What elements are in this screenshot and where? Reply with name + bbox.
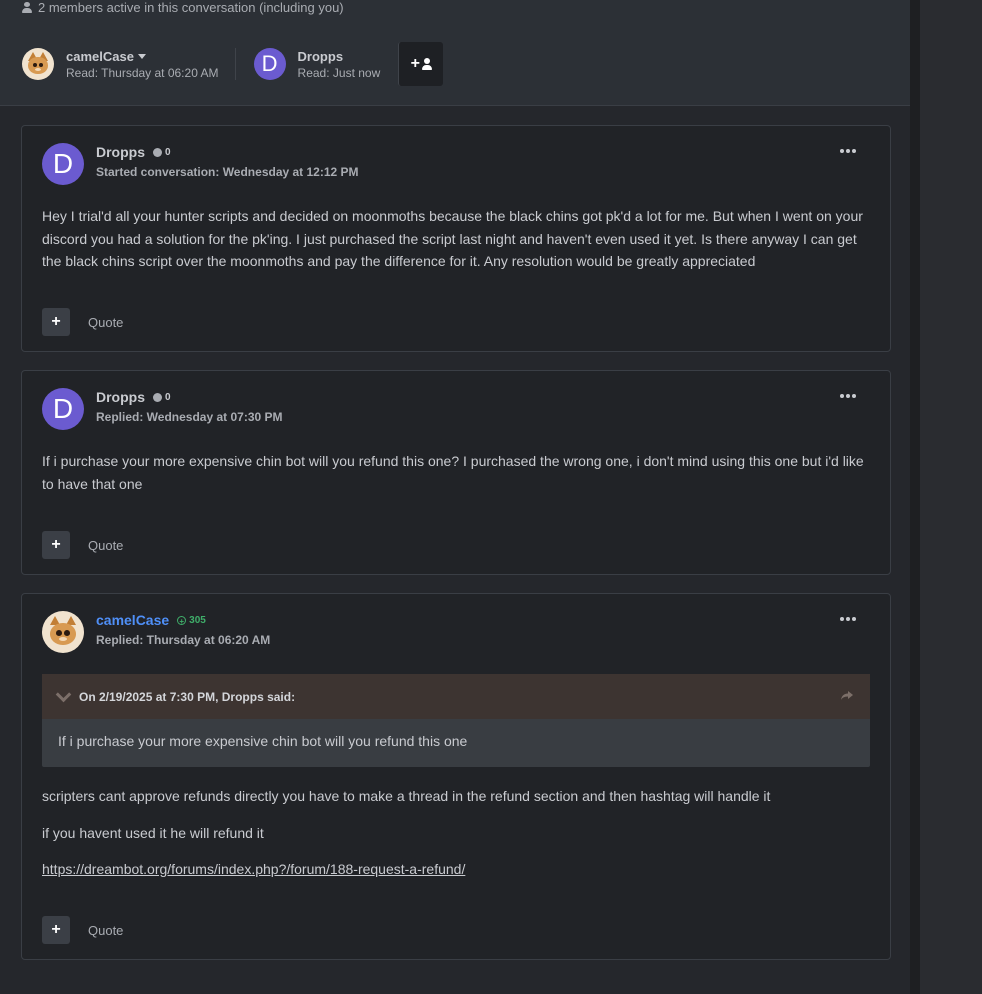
message-post: D Dropps 0 Replied: Wednesday at 07:30 P… bbox=[21, 370, 891, 575]
multiquote-button[interactable]: + bbox=[42, 308, 70, 336]
author-name[interactable]: Dropps bbox=[96, 389, 145, 405]
multiquote-button[interactable]: + bbox=[42, 916, 70, 944]
quote-button[interactable]: Quote bbox=[88, 923, 123, 938]
reputation-value: 305 bbox=[189, 614, 206, 626]
quote-citation: On 2/19/2025 at 7:30 PM, Dropps said: bbox=[79, 689, 296, 704]
post-text: if you havent used it he will refund it bbox=[42, 824, 264, 841]
reputation-badge: 0 bbox=[153, 147, 171, 158]
avatar[interactable]: D bbox=[253, 48, 286, 80]
participant-name-text[interactable]: camelCase bbox=[66, 49, 134, 64]
reputation-plus-icon: + bbox=[177, 615, 187, 626]
post-text: Hey I trial'd all your hunter scripts an… bbox=[42, 208, 863, 269]
more-options-icon[interactable] bbox=[840, 146, 860, 156]
reputation-value: 0 bbox=[165, 391, 171, 403]
message-post: D Dropps 0 Started conversation: Wednesd… bbox=[21, 125, 891, 352]
members-active-line: 2 members active in this conversation (i… bbox=[22, 0, 344, 15]
author-name[interactable]: camelCase bbox=[96, 612, 169, 628]
reputation-badge: 0 bbox=[153, 392, 171, 403]
reputation-dot-icon bbox=[153, 147, 162, 157]
quote-button[interactable]: Quote bbox=[88, 315, 123, 330]
camel-avatar[interactable] bbox=[42, 611, 84, 653]
plus-icon: + bbox=[410, 55, 420, 72]
chevron-down-icon[interactable] bbox=[137, 53, 146, 59]
chevron-down-icon[interactable] bbox=[55, 686, 72, 702]
post-text: scripters cant approve refunds directly … bbox=[42, 788, 771, 804]
conversation-header: 2 members active in this conversation (i… bbox=[0, 0, 910, 106]
post-text: If i purchase your more expensive chin b… bbox=[42, 453, 864, 492]
author-name[interactable]: Dropps bbox=[96, 144, 145, 160]
post-body: Hey I trial'd all your hunter scripts an… bbox=[42, 205, 870, 273]
participant-read-status: Read: Just now bbox=[297, 65, 381, 80]
post-actions: + Quote bbox=[42, 308, 123, 336]
quote-text: If i purchase your more expensive chin b… bbox=[58, 733, 468, 749]
more-options-icon[interactable] bbox=[840, 614, 860, 624]
quote-button[interactable]: Quote bbox=[88, 538, 123, 553]
post-body: scripters cant approve refunds directly … bbox=[42, 785, 870, 881]
quoted-message: On 2/19/2025 at 7:30 PM, Dropps said: If… bbox=[42, 674, 870, 767]
refund-forum-link[interactable]: https://dreambot.org/forums/index.php?/f… bbox=[42, 861, 465, 877]
reputation-value: 0 bbox=[165, 146, 171, 158]
scrollbar-track[interactable] bbox=[910, 0, 920, 994]
avatar[interactable]: D bbox=[42, 143, 84, 185]
post-timestamp: Started conversation: Wednesday at 12:12… bbox=[96, 165, 359, 179]
participant-dropps[interactable]: D Dropps Read: Just now bbox=[234, 48, 397, 80]
add-user-icon bbox=[421, 58, 432, 70]
add-participant-button[interactable]: + bbox=[398, 42, 444, 86]
participant-name[interactable]: Dropps bbox=[298, 49, 381, 64]
share-arrow-icon[interactable] bbox=[840, 688, 854, 702]
participant-read-status: Read: Thursday at 06:20 AM bbox=[66, 65, 219, 80]
post-body: If i purchase your more expensive chin b… bbox=[42, 450, 870, 495]
members-active-text: 2 members active in this conversation (i… bbox=[38, 0, 344, 15]
post-actions: + Quote bbox=[42, 916, 123, 944]
right-gutter bbox=[920, 0, 982, 994]
post-timestamp: Replied: Wednesday at 07:30 PM bbox=[96, 410, 283, 424]
more-options-icon[interactable] bbox=[840, 391, 860, 401]
participants-bar: camelCase Read: Thursday at 06:20 AM D D… bbox=[22, 42, 444, 86]
participant-name[interactable]: camelCase bbox=[66, 49, 219, 64]
reputation-dot-icon bbox=[153, 392, 162, 402]
post-actions: + Quote bbox=[42, 531, 123, 559]
post-timestamp: Replied: Thursday at 06:20 AM bbox=[96, 633, 271, 647]
user-icon bbox=[22, 2, 32, 13]
post-header: camelCase + 305 Replied: Thursday at 06:… bbox=[42, 611, 270, 653]
post-header: D Dropps 0 Started conversation: Wednesd… bbox=[42, 143, 359, 185]
message-post: camelCase + 305 Replied: Thursday at 06:… bbox=[21, 593, 891, 960]
conversation-page: 2 members active in this conversation (i… bbox=[0, 0, 910, 994]
post-header: D Dropps 0 Replied: Wednesday at 07:30 P… bbox=[42, 388, 283, 430]
participant-camelcase[interactable]: camelCase Read: Thursday at 06:20 AM bbox=[22, 48, 235, 80]
quote-citation-bar[interactable]: On 2/19/2025 at 7:30 PM, Dropps said: bbox=[42, 674, 870, 719]
multiquote-button[interactable]: + bbox=[42, 531, 70, 559]
camel-avatar[interactable] bbox=[22, 48, 54, 80]
reputation-badge: + 305 bbox=[177, 615, 206, 626]
avatar[interactable]: D bbox=[42, 388, 84, 430]
